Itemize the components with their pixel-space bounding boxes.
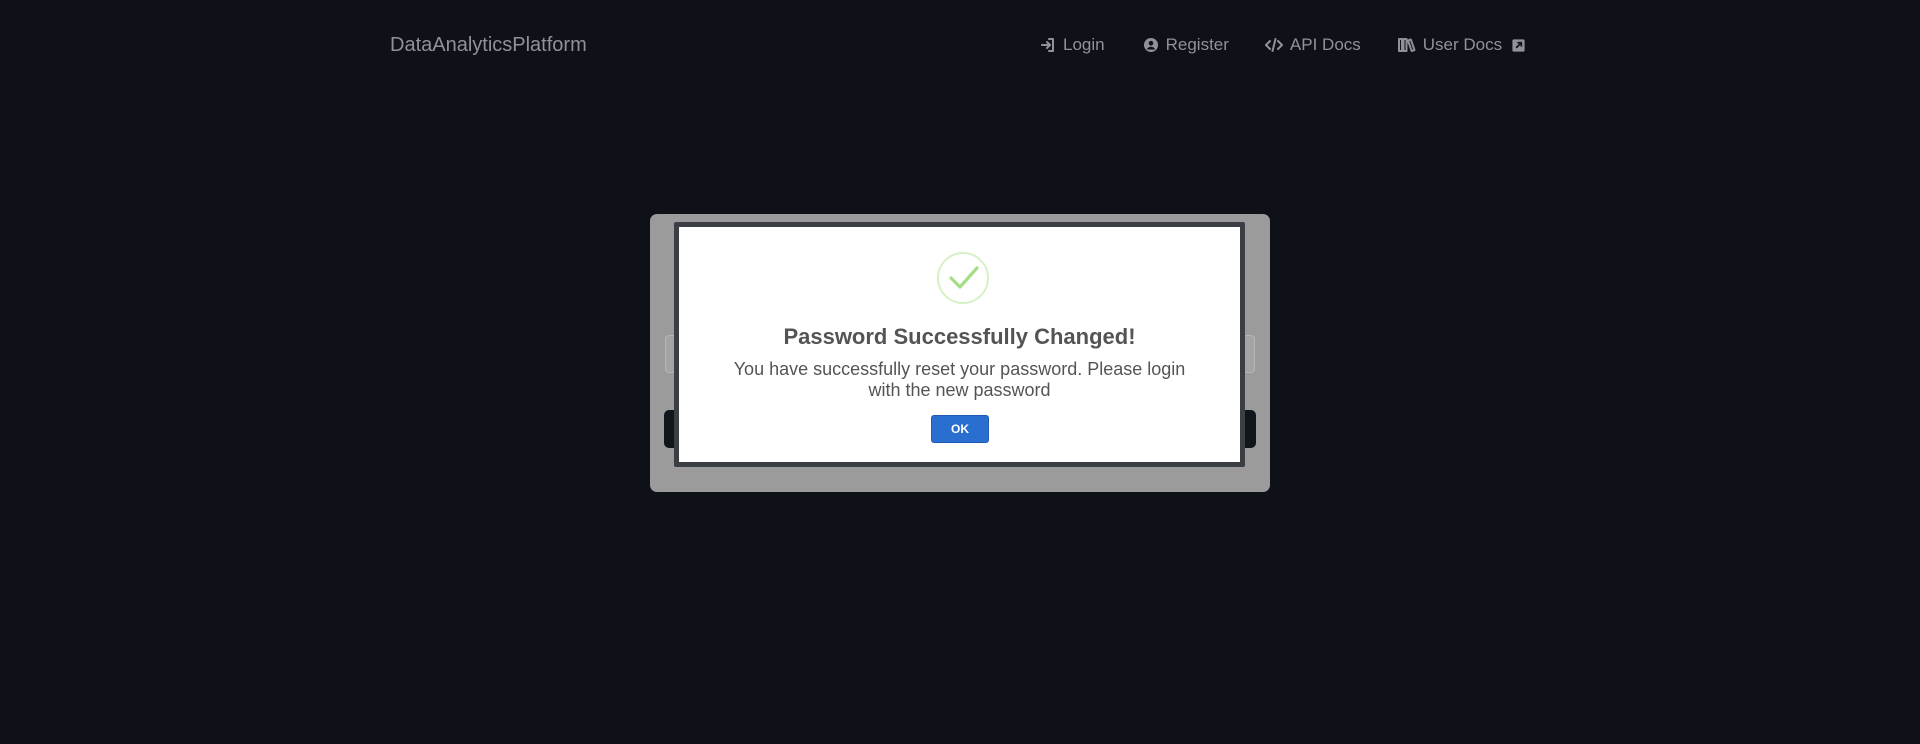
- code-icon: [1264, 38, 1283, 52]
- nav-links: Login Register API Docs User Docs: [1040, 34, 1526, 56]
- modal-frame: Password Successfully Changed! You have …: [674, 222, 1245, 467]
- success-modal: Password Successfully Changed! You have …: [679, 227, 1240, 462]
- nav-login-link[interactable]: Login: [1040, 34, 1105, 56]
- ok-button[interactable]: OK: [931, 415, 989, 443]
- nav-login-label: Login: [1063, 35, 1105, 54]
- page: DataAnalyticsPlatform Login Register API…: [0, 0, 1920, 744]
- modal-title: Password Successfully Changed!: [783, 324, 1136, 349]
- nav-user-docs-label: User Docs: [1422, 35, 1503, 54]
- nav-user-docs-link[interactable]: User Docs: [1397, 34, 1526, 56]
- login-icon: [1041, 38, 1054, 52]
- books-icon: [1397, 38, 1416, 53]
- modal-message: You have successfully reset your passwor…: [733, 359, 1186, 400]
- success-check-icon: [937, 252, 989, 304]
- nav-register-link[interactable]: Register: [1143, 34, 1229, 56]
- nav-api-docs-link[interactable]: API Docs: [1264, 34, 1361, 56]
- checkmark-icon: [949, 266, 979, 289]
- external-link-icon: [1512, 38, 1525, 52]
- user-circle-icon: [1143, 38, 1158, 52]
- nav-register-label: Register: [1165, 35, 1229, 54]
- nav-api-docs-label: API Docs: [1289, 35, 1361, 54]
- brand-logo[interactable]: DataAnalyticsPlatform: [390, 33, 587, 57]
- navbar: DataAnalyticsPlatform Login Register API…: [0, 0, 1920, 90]
